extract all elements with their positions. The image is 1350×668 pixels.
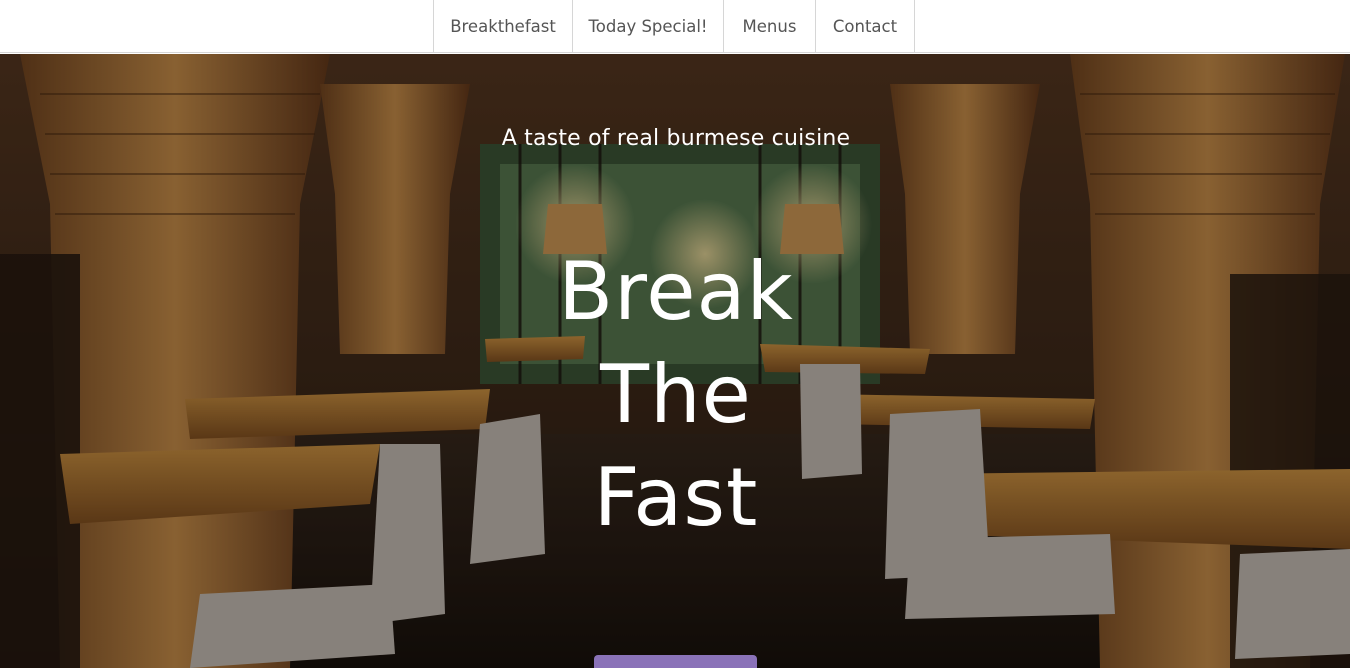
top-navigation: Breakthefast Today Special! Menus Contac… <box>0 0 1350 53</box>
hero-section: A taste of real burmese cuisine Break Th… <box>0 54 1350 668</box>
hero-title-line: The <box>600 348 752 441</box>
nav-item-breakthefast[interactable]: Breakthefast <box>433 0 572 53</box>
hero-title: Break The Fast <box>0 240 1350 549</box>
nav-item-today-special[interactable]: Today Special! <box>572 0 723 53</box>
hero-cta-button[interactable] <box>594 655 757 668</box>
hero-title-line: Fast <box>593 451 759 544</box>
hero-tagline: A taste of real burmese cuisine <box>501 126 851 151</box>
nav-item-menus[interactable]: Menus <box>723 0 815 53</box>
nav-menu: Breakthefast Today Special! Menus Contac… <box>433 0 915 53</box>
hero-title-line: Break <box>558 245 794 338</box>
nav-item-contact[interactable]: Contact <box>815 0 915 53</box>
